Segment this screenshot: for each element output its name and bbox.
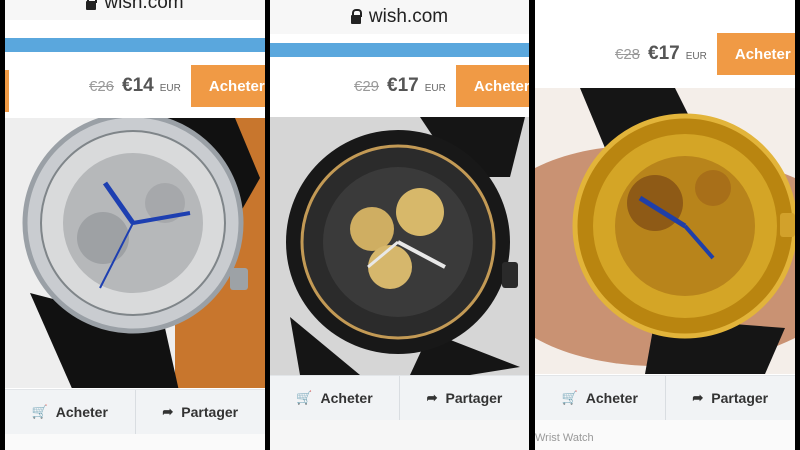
bottom-toolbar xyxy=(5,434,265,450)
buy-action-label: Acheter xyxy=(585,390,638,406)
product-image[interactable] xyxy=(5,118,265,388)
share-action[interactable]: ➦ Partager xyxy=(399,376,529,420)
price-bar: €29 €17 EUR Acheter xyxy=(270,60,529,112)
share-action-label: Partager xyxy=(181,404,239,420)
cart-icon: 🛒 xyxy=(561,390,578,405)
watch-image xyxy=(535,88,795,374)
footer-fragment: Wrist Watch xyxy=(535,432,594,444)
old-price: €26 xyxy=(89,77,115,95)
product-image[interactable] xyxy=(270,117,529,375)
buy-button[interactable]: Acheter xyxy=(455,65,529,107)
buy-button-label: Acheter xyxy=(473,77,529,95)
cart-icon: 🛒 xyxy=(296,390,313,405)
url-bar[interactable]: wish.com xyxy=(270,0,529,34)
lock-icon xyxy=(86,0,98,10)
action-bar: 🛒 Acheter ➦ Partager xyxy=(535,375,795,420)
header-bar xyxy=(270,43,529,57)
previous-button-edge xyxy=(5,70,9,112)
buy-action-label: Acheter xyxy=(55,404,108,420)
product-panel-2: wish.com €29 €17 EUR Acheter 🛒 Acheter ➦… xyxy=(270,0,529,450)
buy-button[interactable]: Acheter xyxy=(716,33,795,75)
share-action[interactable]: ➦ Partager xyxy=(664,376,796,420)
share-action[interactable]: ➦ Partager xyxy=(134,390,266,434)
product-image[interactable] xyxy=(535,88,795,374)
currency: EUR xyxy=(159,82,181,94)
old-price: €29 xyxy=(354,77,380,95)
share-action-label: Partager xyxy=(711,390,769,406)
old-price: €28 xyxy=(615,45,641,63)
buy-action[interactable]: 🛒 Acheter xyxy=(270,376,399,420)
buy-action[interactable]: 🛒 Acheter xyxy=(535,376,665,420)
currency: EUR xyxy=(424,82,446,94)
current-price: €17 xyxy=(648,43,680,64)
bottom-toolbar: Wrist Watch xyxy=(535,420,795,450)
buy-button-label: Acheter xyxy=(734,45,791,63)
watch-image xyxy=(5,118,265,388)
buy-action-label: Acheter xyxy=(320,390,373,406)
share-arrow-icon: ➦ xyxy=(426,390,438,405)
watch-image xyxy=(270,117,529,375)
action-bar: 🛒 Acheter ➦ Partager xyxy=(270,375,529,420)
share-action-label: Partager xyxy=(445,390,503,406)
share-arrow-icon: ➦ xyxy=(162,404,174,419)
url-domain: wish.com xyxy=(368,6,449,27)
bottom-toolbar xyxy=(270,420,529,450)
price-bar: €28 €17 EUR Acheter xyxy=(535,28,795,80)
cart-icon: 🛒 xyxy=(31,404,48,419)
share-arrow-icon: ➦ xyxy=(692,390,704,405)
header-bar xyxy=(5,38,265,52)
product-panel-3: €28 €17 EUR Acheter 🛒 Acheter ➦ Partager… xyxy=(535,0,795,450)
buy-button-label: Acheter xyxy=(208,77,265,95)
buy-action[interactable]: 🛒 Acheter xyxy=(5,390,135,434)
current-price: €14 xyxy=(122,75,154,96)
currency: EUR xyxy=(685,50,707,62)
url-bar[interactable]: wish.com xyxy=(5,0,265,20)
url-domain: wish.com xyxy=(104,0,184,13)
product-panel-1: wish.com €26 €14 EUR Acheter 🛒 Acheter ➦… xyxy=(5,0,265,450)
current-price: €17 xyxy=(387,75,419,96)
lock-icon xyxy=(350,8,362,24)
action-bar: 🛒 Acheter ➦ Partager xyxy=(5,389,265,434)
buy-button[interactable]: Acheter xyxy=(190,65,265,107)
price-bar: €26 €14 EUR Acheter xyxy=(5,60,265,112)
